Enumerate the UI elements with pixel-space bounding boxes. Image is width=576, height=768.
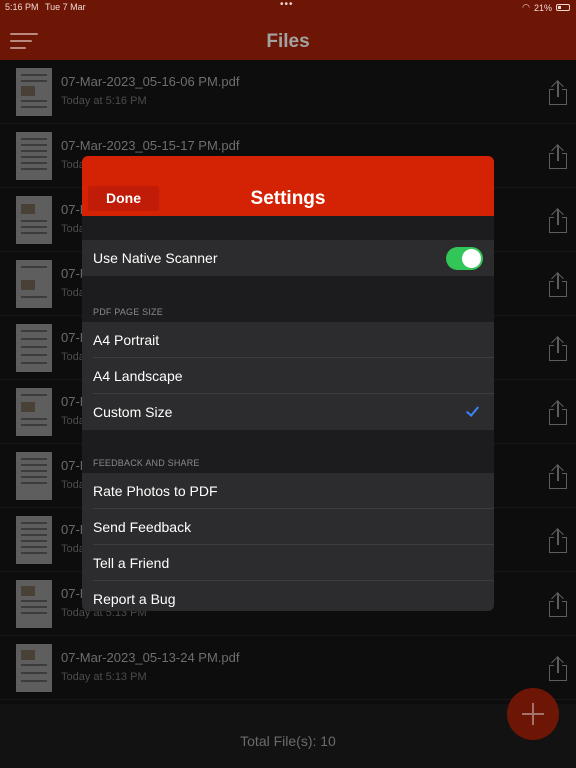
share-icon[interactable] bbox=[547, 655, 569, 683]
multitasking-dots[interactable]: ••• bbox=[280, 0, 294, 10]
total-files-label: Total File(s): 10 bbox=[240, 733, 336, 749]
option-a4-landscape[interactable]: A4 Landscape bbox=[82, 358, 494, 394]
list-item[interactable]: 07-Mar-2023_05-16-06 PM.pdf Today at 5:1… bbox=[0, 60, 576, 124]
share-icon[interactable] bbox=[547, 591, 569, 619]
pdf-thumbnail bbox=[16, 132, 52, 180]
file-date: Today at 5:13 PM bbox=[61, 671, 147, 683]
list-item[interactable]: 07-Mar-2023_05-13-24 PM.pdf Today at 5:1… bbox=[0, 636, 576, 700]
battery-icon bbox=[556, 4, 570, 11]
menu-item-label: Send Feedback bbox=[93, 519, 192, 535]
pdf-thumbnail bbox=[16, 196, 52, 244]
modal-title: Settings bbox=[250, 188, 326, 209]
file-date: Today at 5:16 PM bbox=[61, 95, 147, 107]
option-a4-portrait[interactable]: A4 Portrait bbox=[82, 322, 494, 358]
page-title: Files bbox=[266, 31, 310, 52]
pdf-thumbnail bbox=[16, 324, 52, 372]
pdf-thumbnail bbox=[16, 452, 52, 500]
pdf-thumbnail bbox=[16, 68, 52, 116]
status-right: ◠ 21% bbox=[522, 2, 570, 13]
status-date: Tue 7 Mar bbox=[45, 2, 86, 12]
status-time: 5:16 PM bbox=[5, 2, 39, 12]
pdf-thumbnail bbox=[16, 516, 52, 564]
modal-header: Done Settings bbox=[82, 156, 494, 216]
footer: Total File(s): 10 bbox=[0, 704, 576, 768]
status-bar: 5:16 PM Tue 7 Mar ••• ◠ 21% bbox=[0, 0, 576, 16]
menu-item-tell-friend[interactable]: Tell a Friend bbox=[82, 545, 494, 581]
file-name: 07-Mar-2023_05-15-17 PM.pdf bbox=[61, 138, 240, 153]
menu-item-report-bug[interactable]: Report a Bug bbox=[82, 581, 494, 611]
menu-item-label: Tell a Friend bbox=[93, 555, 170, 571]
battery-percent: 21% bbox=[533, 2, 552, 13]
menu-item-rate[interactable]: Rate Photos to PDF bbox=[82, 473, 494, 509]
option-label: Custom Size bbox=[93, 404, 173, 420]
wifi-icon: ◠ bbox=[522, 2, 530, 12]
share-icon[interactable] bbox=[547, 207, 569, 235]
check-icon bbox=[467, 404, 477, 418]
add-button[interactable] bbox=[507, 688, 559, 740]
menu-item-label: Rate Photos to PDF bbox=[93, 483, 218, 499]
section-header-pdf-size: PDF PAGE SIZE bbox=[93, 307, 163, 317]
menu-item-label: Report a Bug bbox=[93, 591, 176, 607]
share-icon[interactable] bbox=[547, 399, 569, 427]
share-icon[interactable] bbox=[547, 143, 569, 171]
section-header-feedback: FEEDBACK AND SHARE bbox=[93, 458, 200, 468]
pdf-thumbnail bbox=[16, 580, 52, 628]
share-icon[interactable] bbox=[547, 335, 569, 363]
pdf-thumbnail bbox=[16, 644, 52, 692]
native-scanner-row[interactable]: Use Native Scanner bbox=[82, 240, 494, 276]
option-label: A4 Landscape bbox=[93, 368, 183, 384]
menu-item-send-feedback[interactable]: Send Feedback bbox=[82, 509, 494, 545]
pdf-thumbnail bbox=[16, 260, 52, 308]
native-scanner-toggle[interactable] bbox=[446, 247, 483, 270]
option-label: A4 Portrait bbox=[93, 332, 160, 348]
share-icon[interactable] bbox=[547, 527, 569, 555]
native-scanner-label: Use Native Scanner bbox=[93, 250, 218, 266]
nav-bar: Files bbox=[0, 16, 576, 60]
pdf-thumbnail bbox=[16, 388, 52, 436]
option-custom-size[interactable]: Custom Size bbox=[82, 394, 494, 430]
share-icon[interactable] bbox=[547, 271, 569, 299]
file-name: 07-Mar-2023_05-13-24 PM.pdf bbox=[61, 650, 240, 665]
share-icon[interactable] bbox=[547, 463, 569, 491]
settings-modal: Done Settings Use Native Scanner PDF PAG… bbox=[82, 156, 494, 611]
file-name: 07-Mar-2023_05-16-06 PM.pdf bbox=[61, 74, 240, 89]
share-icon[interactable] bbox=[547, 79, 569, 107]
